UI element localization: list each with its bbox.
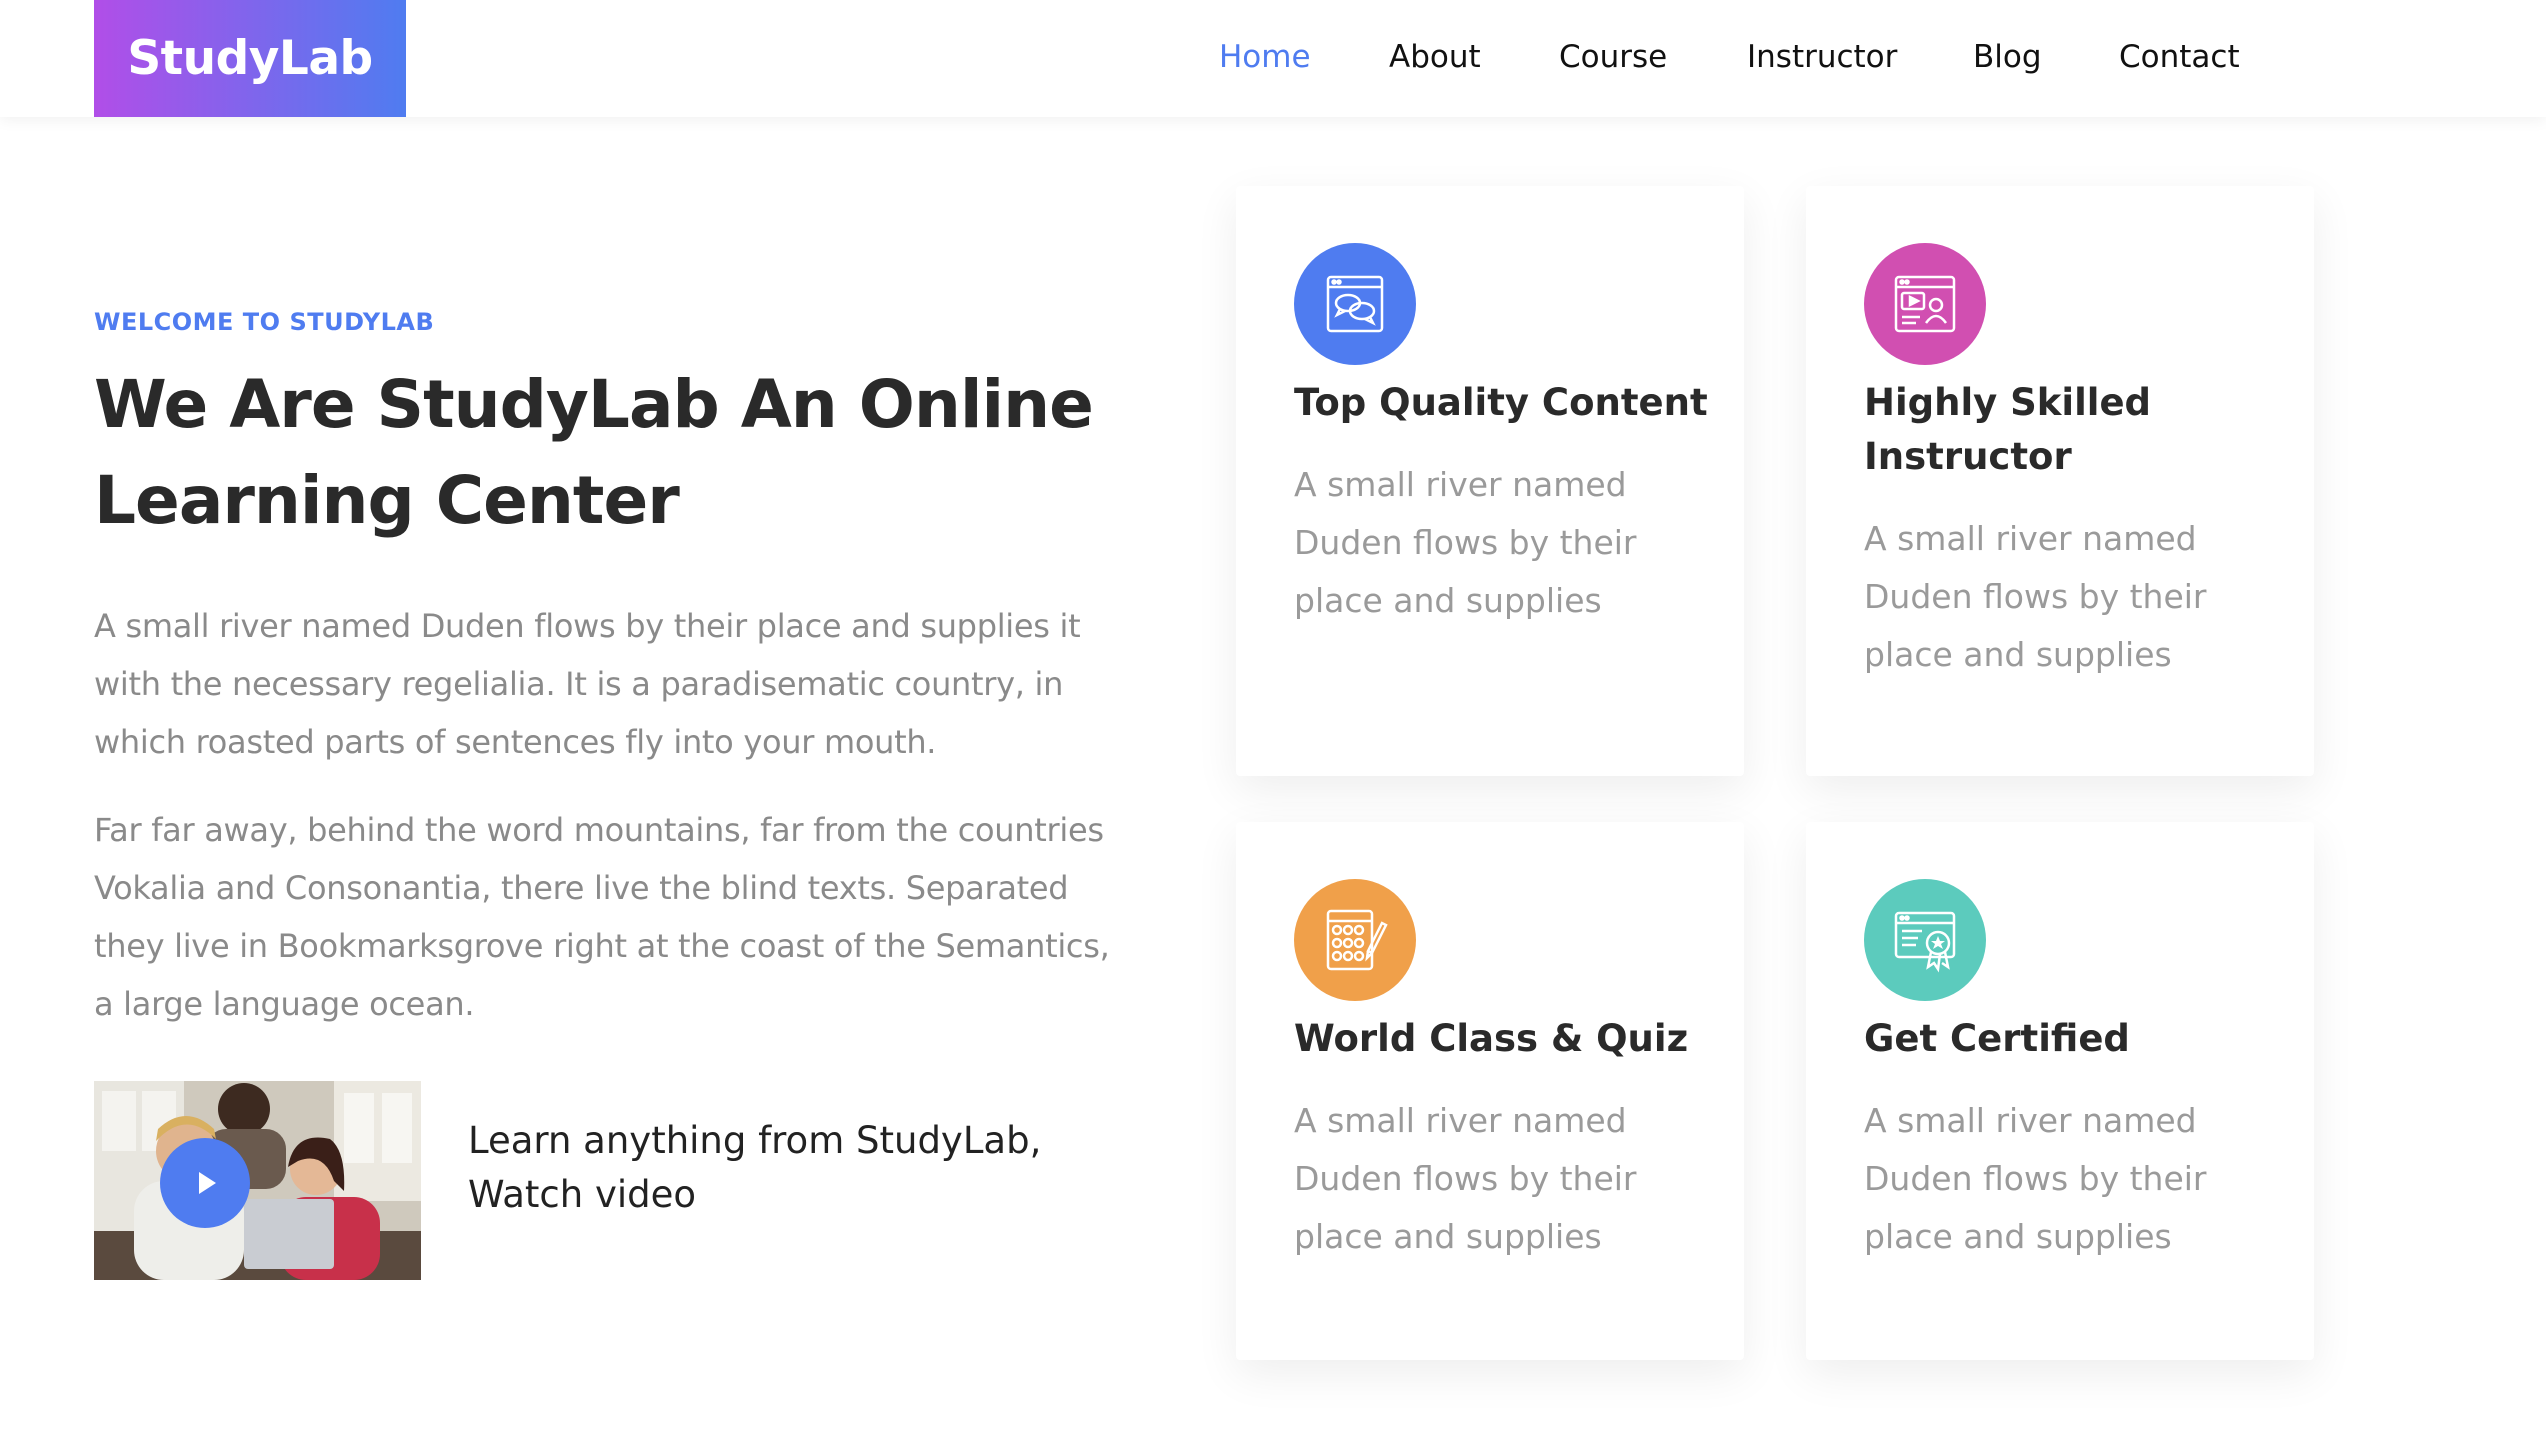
card-description: A small river named Duden flows by their… <box>1864 1101 2207 1256</box>
chat-window-icon <box>1294 243 1416 365</box>
card-title: Highly Skilled Instructor <box>1864 381 2152 478</box>
hero-paragraph-2: Far far away, behind the word mountains,… <box>94 811 1110 1023</box>
feature-card-quality-content: Top Quality Content A small river named … <box>1236 186 1744 776</box>
nav-instructor[interactable]: Instructor <box>1747 34 1897 80</box>
card-description: A small river named Duden flows by their… <box>1294 1101 1637 1256</box>
nav-course[interactable]: Course <box>1559 34 1667 80</box>
video-text-line-2: Watch video <box>468 1173 697 1216</box>
feature-card-world-class-quiz: World Class & Quiz A small river named D… <box>1236 822 1744 1360</box>
nav-about[interactable]: About <box>1389 34 1481 80</box>
hero-title-line-1: We Are StudyLab An Online <box>94 366 1094 443</box>
welcome-eyebrow: WELCOME TO STUDYLAB <box>94 308 435 336</box>
play-button[interactable] <box>160 1138 250 1228</box>
nav-contact[interactable]: Contact <box>2119 34 2240 80</box>
feature-card-get-certified: Get Certified A small river named Duden … <box>1806 822 2314 1360</box>
hero-title: We Are StudyLab An Online Learning Cente… <box>94 357 1134 549</box>
card-title: Top Quality Content <box>1294 381 1708 424</box>
card-title: World Class & Quiz <box>1294 1017 1689 1060</box>
play-icon <box>199 1172 216 1194</box>
logo[interactable]: StudyLab <box>94 0 406 117</box>
hero-paragraph-1: A small river named Duden flows by their… <box>94 607 1081 761</box>
video-text-line-1: Learn anything from StudyLab, <box>468 1119 1042 1162</box>
site-header: StudyLab Home About Course Instructor Bl… <box>0 0 2546 117</box>
card-description: A small river named Duden flows by their… <box>1294 465 1637 620</box>
nav-home[interactable]: Home <box>1219 34 1311 80</box>
students-photo <box>94 1081 421 1280</box>
nav-blog[interactable]: Blog <box>1973 34 2042 80</box>
hero-title-line-2: Learning Center <box>94 462 680 539</box>
quiz-sheet-icon <box>1294 879 1416 1001</box>
card-title: Get Certified <box>1864 1017 2130 1060</box>
card-description: A small river named Duden flows by their… <box>1864 519 2207 674</box>
logo-text: StudyLab <box>127 31 373 86</box>
video-instructor-icon <box>1864 243 1986 365</box>
watch-video-text[interactable]: Learn anything from StudyLab, Watch vide… <box>468 1114 1088 1222</box>
certificate-icon <box>1864 879 1986 1001</box>
video-thumbnail[interactable] <box>94 1081 421 1280</box>
feature-card-skilled-instructor: Highly Skilled Instructor A small river … <box>1806 186 2314 776</box>
